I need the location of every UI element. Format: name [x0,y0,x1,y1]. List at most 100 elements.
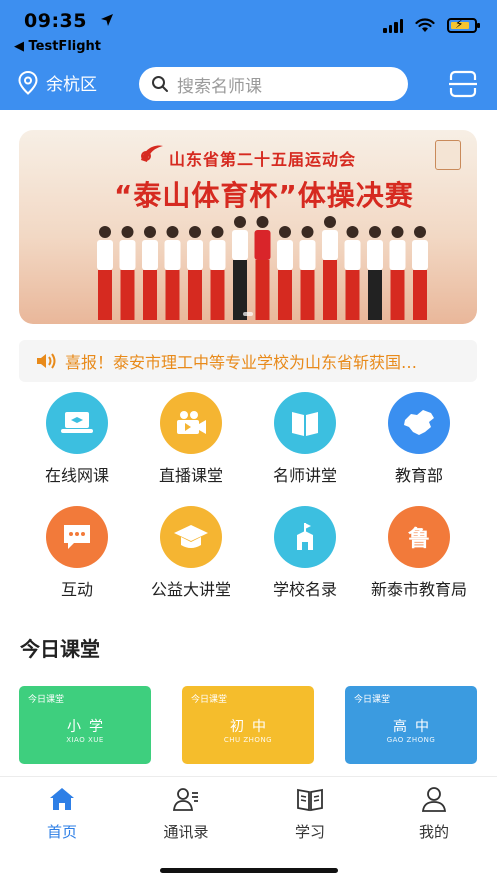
athlete-head [211,226,224,238]
athlete-legs [233,260,247,320]
grid-label: 直播课堂 [158,466,223,485]
scan-icon[interactable] [448,70,478,98]
status-bar-time: 09:35 [24,10,114,32]
card-subtitle: CHU ZHONG [223,736,273,744]
search-input[interactable]: 搜索名师课 [139,67,408,101]
section-title: 今日课堂 [20,637,100,661]
home-icon [50,788,74,810]
card-primary-school[interactable]: 今日课堂 小学 XIAO XUE [19,686,151,764]
tab-contacts[interactable]: 通讯录 [146,785,226,842]
grid-item-ministry[interactable]: 教育部 [362,392,476,486]
grid-label: 公益大讲堂 [150,580,231,599]
athlete-shirt [322,230,338,260]
athlete-head [279,226,291,238]
athlete-shirt [119,240,136,270]
cellular-signal-icon [383,18,403,33]
card-title: 小学 [67,719,111,735]
athlete-shirt [277,240,293,270]
card-high-school[interactable]: 今日课堂 高中 GAO ZHONG [345,686,477,764]
bottom-tab-bar: 首页 通讯录 学习 我的 [0,776,497,883]
grid-label: 学校名录 [272,580,337,599]
grid-label: 教育部 [394,466,443,485]
athlete-legs [323,260,337,320]
athlete-shirt [97,240,113,270]
book-icon [274,392,336,454]
carousel-indicator [19,312,477,316]
video-icon [160,392,222,454]
map-pin-icon [18,70,38,95]
athlete-head [301,226,314,238]
school-icon [274,506,336,568]
speaker-icon [37,353,56,369]
athlete-head [234,216,246,228]
app-header: 09:35 ◀ TestFlight ⚡ 余杭区 搜索名师课 [0,0,497,110]
location-label: 余杭区 [46,75,97,95]
battery-icon: ⚡ [447,17,480,33]
card-title: 初中 [230,719,274,735]
athlete-shirt [209,240,226,270]
banner-carousel[interactable]: 山东省第二十五届运动会 “泰山体育杯”体操决赛 [19,130,477,324]
tab-label: 我的 [418,823,449,841]
athletes-photo [97,216,428,320]
grid-label: 互动 [60,580,93,599]
tab-label: 学习 [294,823,325,841]
location-selector[interactable]: 余杭区 [18,70,97,95]
tab-mine[interactable]: 我的 [394,785,474,842]
wifi-icon [415,18,435,32]
tab-label: 通讯录 [163,823,209,841]
chat-icon [46,506,108,568]
grid-item-xintai-bureau[interactable]: 鲁 新泰市教育局 [362,506,476,600]
status-icons: ⚡ [383,17,480,33]
athlete-shirt [164,240,181,270]
tab-study[interactable]: 学习 [270,785,350,842]
tab-label: 首页 [46,823,77,841]
laptop-icon [46,392,108,454]
athlete-head [121,226,134,238]
athlete-shirt [344,240,361,270]
athlete-legs [255,260,270,320]
clock: 09:35 [24,10,87,32]
card-middle-school[interactable]: 今日课堂 初中 CHU ZHONG [182,686,314,764]
user-icon [421,787,447,812]
athlete-head [391,226,404,238]
card-subtitle: GAO ZHONG [386,736,436,744]
banner-seal-icon [435,140,461,170]
athlete-shirt [389,240,406,270]
athlete-head [99,226,111,238]
grid-item-online-course[interactable]: 在线网课 [20,392,134,486]
grid-label: 新泰市教育局 [370,580,467,599]
contacts-icon [172,788,198,811]
athlete-shirt [232,230,248,260]
announcement-bar[interactable]: 喜报！泰安市理工中等专业学校为山东省斩获国… [19,340,477,382]
grid-item-live-class[interactable]: 直播课堂 [134,392,248,486]
lu-icon: 鲁 [388,506,450,568]
athlete-head [256,216,269,228]
grid-item-school-directory[interactable]: 学校名录 [248,506,362,600]
athlete-shirt [412,240,428,270]
athlete-head [166,226,179,238]
grid-item-public-lecture[interactable]: 公益大讲堂 [134,506,248,600]
china-map-icon [388,392,450,454]
grid-label: 在线网课 [44,466,109,485]
card-title: 高中 [393,719,437,735]
athlete-shirt [142,240,158,270]
back-to-testflight[interactable]: ◀ TestFlight [14,39,101,54]
location-arrow-icon [101,14,114,26]
card-tag: 今日课堂 [354,695,391,705]
card-tag: 今日课堂 [28,695,65,705]
athlete-head [369,226,381,238]
grid-item-famous-teacher[interactable]: 名师讲堂 [248,392,362,486]
grid-item-interact[interactable]: 互动 [20,506,134,600]
graduation-cap-icon [160,506,222,568]
search-icon [152,76,168,92]
tab-home[interactable]: 首页 [22,785,102,842]
athlete-shirt [299,240,316,270]
search-placeholder: 搜索名师课 [177,76,262,97]
athlete-shirt [187,240,203,270]
athlete-head [414,226,426,238]
grid-label: 名师讲堂 [272,466,337,485]
card-subtitle: XIAO XUE [66,736,104,744]
athlete-head [324,216,336,228]
card-tag: 今日课堂 [191,695,228,705]
athlete-shirt [254,230,271,260]
